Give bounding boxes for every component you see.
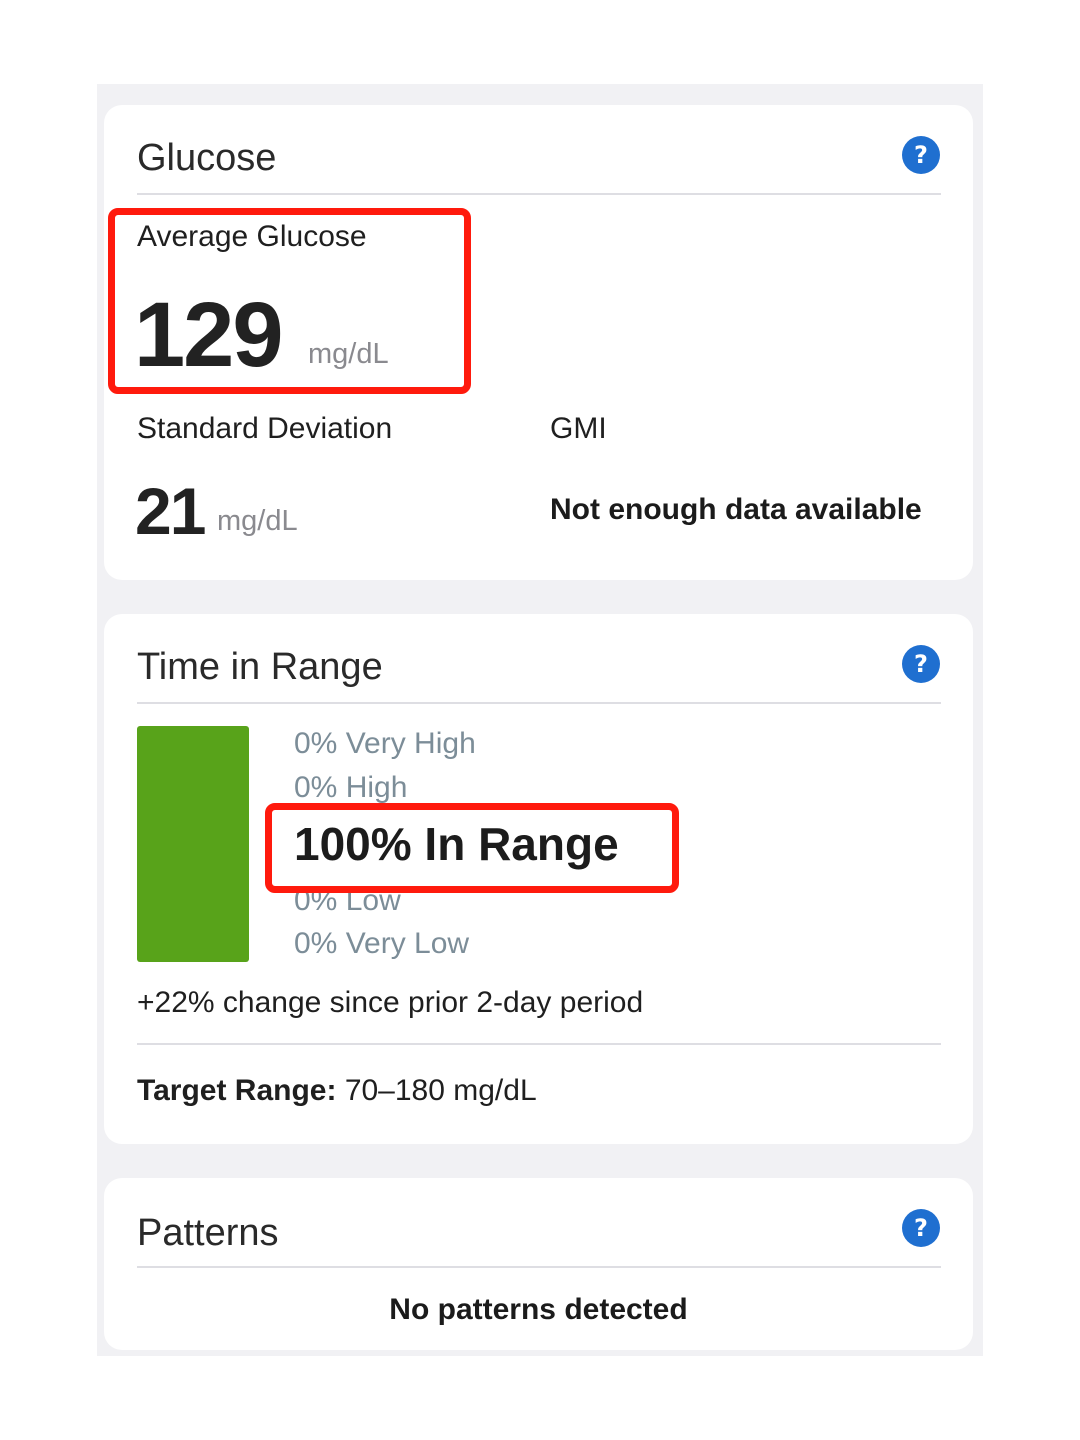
patterns-help-icon[interactable]: ? [902, 1209, 940, 1247]
patterns-message: No patterns detected [389, 1293, 688, 1326]
gmi-label: GMI [550, 412, 607, 445]
patterns-title: Patterns [137, 1212, 279, 1254]
time-in-range-help-icon[interactable]: ? [902, 645, 940, 683]
change-since-prior: +22% change since prior 2-day period [137, 986, 644, 1019]
sd-value: 21 [135, 474, 206, 548]
in-range-highlight [265, 803, 679, 893]
time-in-range-title: Time in Range [137, 646, 383, 688]
target-range-value: 70–180 mg/dL [344, 1074, 537, 1107]
sd-label: Standard Deviation [137, 412, 393, 445]
target-range: Target Range: 70–180 mg/dL [137, 1074, 537, 1108]
very-low-percent: 0% Very Low [294, 927, 470, 960]
glucose-divider [137, 193, 941, 195]
patterns-card: Patterns ? No patterns detected [104, 1178, 973, 1350]
time-in-range-divider [137, 702, 941, 704]
very-high-percent: 0% Very High [294, 727, 476, 760]
glucose-help-icon[interactable]: ? [902, 136, 940, 174]
average-glucose-highlight [108, 208, 471, 394]
high-percent: 0% High [294, 771, 408, 804]
sd-unit: mg/dL [217, 505, 298, 537]
gmi-value: Not enough data available [550, 493, 922, 526]
in-range-bar [137, 726, 249, 962]
target-range-label: Target Range: [137, 1074, 337, 1107]
target-divider [137, 1043, 941, 1045]
glucose-title: Glucose [137, 137, 277, 179]
patterns-divider [137, 1266, 941, 1268]
